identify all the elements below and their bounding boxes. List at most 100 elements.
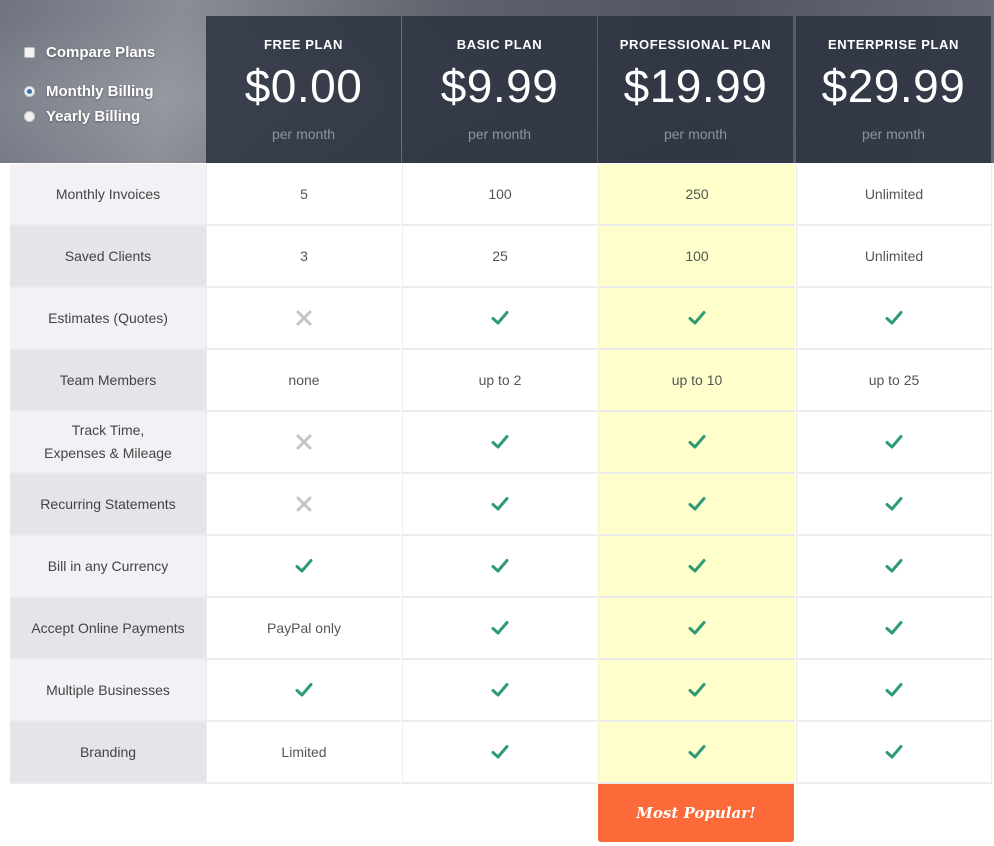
compare-plans-label: Compare Plans (46, 44, 156, 61)
feature-value-included (598, 660, 795, 722)
plan-name: BASIC PLAN (456, 37, 543, 52)
check-icon (688, 621, 706, 635)
plan-controls: Compare Plans Monthly Billing Yearly Bil… (24, 44, 204, 125)
plan-header-professional: PROFESSIONAL PLAN $19.99 per month (598, 16, 793, 163)
feature-value: Unlimited (796, 164, 992, 226)
feature-value-included (598, 474, 795, 536)
plan-price: $29.99 (821, 60, 966, 112)
table-row: Estimates (Quotes) (10, 288, 992, 350)
feature-value: up to 2 (402, 350, 597, 412)
check-icon (885, 745, 903, 759)
yearly-billing-option[interactable]: Yearly Billing (24, 108, 204, 125)
table-row: Accept Online Payments PayPal only (10, 598, 992, 660)
feature-value-included (206, 536, 401, 598)
check-icon (885, 559, 903, 573)
feature-value-included (796, 722, 992, 784)
feature-value: 100 (598, 226, 795, 288)
plan-period: per month (861, 126, 926, 142)
feature-value-excluded (206, 288, 401, 350)
check-icon (491, 435, 509, 449)
monthly-billing-label: Monthly Billing (46, 83, 154, 100)
table-row: Bill in any Currency (10, 536, 992, 598)
check-icon (491, 311, 509, 325)
table-row: Branding Limited (10, 722, 992, 784)
plan-price: $9.99 (440, 60, 559, 112)
feature-label: Estimates (Quotes) (10, 288, 206, 350)
plan-header-enterprise: ENTERPRISE PLAN $29.99 per month (796, 16, 991, 163)
check-icon (885, 621, 903, 635)
cross-icon (296, 310, 312, 326)
plan-name: PROFESSIONAL PLAN (619, 37, 772, 52)
plan-price: $0.00 (244, 60, 363, 112)
feature-value-included (796, 598, 992, 660)
plan-name: ENTERPRISE PLAN (827, 37, 960, 52)
check-icon (491, 745, 509, 759)
table-row: Track Time, Expenses & Mileage (10, 412, 992, 474)
feature-label: Recurring Statements (10, 474, 206, 536)
plan-period: per month (467, 126, 532, 142)
feature-value: Limited (206, 722, 401, 784)
feature-value: up to 25 (796, 350, 992, 412)
check-icon (491, 559, 509, 573)
compare-plans-checkbox[interactable] (24, 47, 35, 58)
feature-value: 250 (598, 164, 795, 226)
feature-value-included (402, 536, 597, 598)
yearly-billing-radio[interactable] (24, 111, 35, 122)
feature-label: Saved Clients (10, 226, 206, 288)
check-icon (688, 311, 706, 325)
check-icon (885, 683, 903, 697)
cross-icon (296, 434, 312, 450)
feature-value-included (598, 722, 795, 784)
feature-label: Monthly Invoices (10, 164, 206, 226)
check-icon (491, 497, 509, 511)
check-icon (295, 559, 313, 573)
feature-value: 25 (402, 226, 597, 288)
plan-header-basic: BASIC PLAN $9.99 per month (402, 16, 597, 163)
feature-value-included (598, 536, 795, 598)
plan-name: FREE PLAN (263, 37, 344, 52)
plan-price: $19.99 (623, 60, 768, 112)
compare-plans-toggle[interactable]: Compare Plans (24, 44, 204, 61)
feature-value-included (206, 660, 401, 722)
feature-label: Bill in any Currency (10, 536, 206, 598)
most-popular-badge[interactable]: Most Popular! (598, 784, 794, 842)
feature-value: up to 10 (598, 350, 795, 412)
feature-value-included (796, 660, 992, 722)
table-row: Multiple Businesses (10, 660, 992, 722)
plan-header-free: FREE PLAN $0.00 per month (206, 16, 401, 163)
check-icon (688, 497, 706, 511)
feature-value-included (402, 474, 597, 536)
feature-value-included (598, 288, 795, 350)
table-row: Team Members none up to 2 up to 10 up to 25 (10, 350, 992, 412)
feature-value: 5 (206, 164, 401, 226)
check-icon (491, 683, 509, 697)
check-icon (688, 683, 706, 697)
feature-value: 100 (402, 164, 597, 226)
feature-label: Multiple Businesses (10, 660, 206, 722)
check-icon (491, 621, 509, 635)
monthly-billing-radio[interactable] (24, 86, 35, 97)
cross-icon (296, 496, 312, 512)
monthly-billing-option[interactable]: Monthly Billing (24, 83, 204, 100)
feature-value-included (402, 412, 597, 474)
check-icon (688, 559, 706, 573)
table-row: Monthly Invoices 5 100 250 Unlimited (10, 164, 992, 226)
feature-value-included (598, 412, 795, 474)
table-row: Recurring Statements (10, 474, 992, 536)
table-row: Saved Clients 3 25 100 Unlimited (10, 226, 992, 288)
plan-period: per month (271, 126, 336, 142)
feature-value-included (402, 288, 597, 350)
feature-value: PayPal only (206, 598, 401, 660)
feature-value-included (402, 598, 597, 660)
feature-value-included (796, 412, 992, 474)
check-icon (885, 497, 903, 511)
check-icon (688, 435, 706, 449)
check-icon (885, 435, 903, 449)
feature-value: 3 (206, 226, 401, 288)
feature-value-included (598, 598, 795, 660)
check-icon (295, 683, 313, 697)
feature-value-included (402, 660, 597, 722)
check-icon (688, 745, 706, 759)
feature-value-included (402, 722, 597, 784)
feature-label: Team Members (10, 350, 206, 412)
